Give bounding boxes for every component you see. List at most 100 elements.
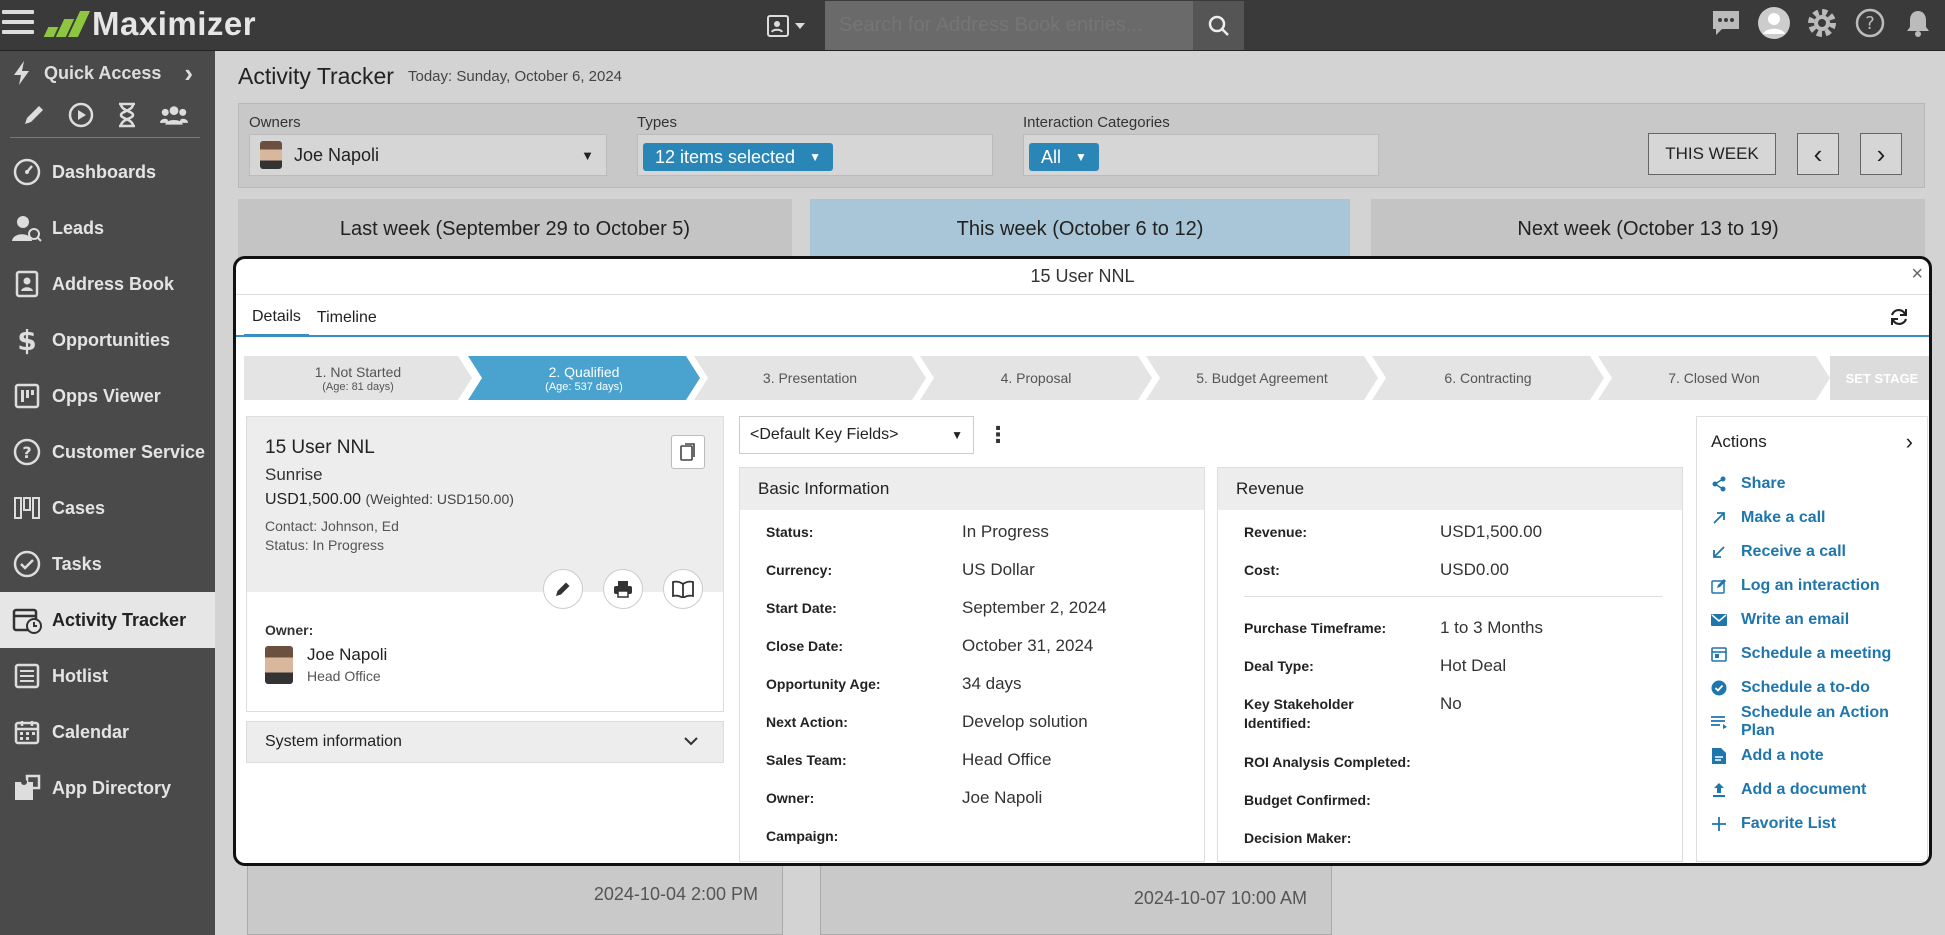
stage-proposal[interactable]: 4. Proposal xyxy=(920,356,1152,400)
types-select[interactable]: 12 items selected ▼ xyxy=(637,134,993,176)
search-button[interactable] xyxy=(1193,1,1244,50)
sidebar-item-hotlist[interactable]: Hotlist xyxy=(0,648,215,704)
menu-icon[interactable] xyxy=(2,10,34,38)
open-book-button[interactable] xyxy=(663,569,703,609)
more-options-icon[interactable]: ⋮ xyxy=(987,422,1009,448)
owner-office: Head Office xyxy=(307,668,381,684)
action-add-note[interactable]: Add a note xyxy=(1697,739,1927,773)
categories-select[interactable]: All ▼ xyxy=(1023,134,1379,176)
categories-chip[interactable]: All ▼ xyxy=(1029,143,1099,171)
next-week-button[interactable]: › xyxy=(1860,133,1902,175)
close-icon[interactable]: × xyxy=(1911,263,1923,286)
sidebar-item-cases[interactable]: Cases xyxy=(0,480,215,536)
owner-avatar xyxy=(260,141,282,169)
chevron-down-icon xyxy=(795,23,805,29)
stage-bar: 1. Not Started (Age: 81 days) 2. Qualifie… xyxy=(244,356,1929,400)
calendar-icon xyxy=(12,717,42,747)
stage-closed-won[interactable]: 7. Closed Won xyxy=(1598,356,1830,400)
chevron-down-icon: ▼ xyxy=(581,147,594,163)
stage-age: (Age: 537 days) xyxy=(545,380,623,393)
field-value: 1 to 3 Months xyxy=(1440,618,1544,637)
help-icon[interactable]: ? xyxy=(1853,6,1887,40)
chevron-right-icon[interactable]: › xyxy=(1906,429,1913,455)
play-icon[interactable] xyxy=(68,101,94,129)
team-icon[interactable] xyxy=(160,101,188,129)
copy-button[interactable] xyxy=(671,435,705,469)
action-schedule-todo[interactable]: Schedule a to-do xyxy=(1697,671,1927,705)
check-circle-icon xyxy=(1711,680,1727,696)
sidebar-item-tasks[interactable]: Tasks xyxy=(0,536,215,592)
activity-time: 2024-10-07 10:00 AM xyxy=(1133,888,1307,908)
stage-name: 1. Not Started xyxy=(314,363,402,380)
revenue-panel: Revenue Revenue: USD1,500.00 Cost: USD0.… xyxy=(1217,467,1683,862)
stage-age: (Age: 81 days) xyxy=(322,380,394,393)
hourglass-icon[interactable] xyxy=(116,101,138,129)
stage-budget-agreement[interactable]: 5. Budget Agreement xyxy=(1146,356,1378,400)
action-favorite-list[interactable]: Favorite List xyxy=(1697,807,1927,841)
field-label: Campaign: xyxy=(766,828,839,844)
panel-title: Basic Information xyxy=(740,468,1204,510)
sidebar-item-opps-viewer[interactable]: Opps Viewer xyxy=(0,368,215,424)
sidebar-item-customer-service[interactable]: ? Customer Service xyxy=(0,424,215,480)
sidebar-item-dashboards[interactable]: Dashboards xyxy=(0,144,215,200)
key-fields-select[interactable]: <Default Key Fields> ▼ xyxy=(739,416,974,454)
action-make-call[interactable]: Make a call xyxy=(1697,501,1927,535)
action-share[interactable]: Share xyxy=(1697,467,1927,501)
sidebar: Quick Access › Dashboards Leads Address … xyxy=(0,51,215,935)
sidebar-item-leads[interactable]: Leads xyxy=(0,200,215,256)
search-input[interactable] xyxy=(825,1,1193,50)
refresh-icon[interactable] xyxy=(1889,307,1909,332)
action-schedule-action-plan[interactable]: Schedule an Action Plan xyxy=(1697,704,1927,739)
sidebar-item-app-directory[interactable]: App Directory xyxy=(0,760,215,816)
printer-icon xyxy=(614,581,632,598)
stage-contracting[interactable]: 6. Contracting xyxy=(1372,356,1604,400)
owners-select[interactable]: Joe Napoli ▼ xyxy=(249,134,607,176)
quick-access[interactable]: Quick Access › xyxy=(0,51,215,95)
chevron-right-icon: › xyxy=(184,57,193,88)
search-type-dropdown[interactable] xyxy=(766,10,822,42)
action-schedule-meeting[interactable]: Schedule a meeting xyxy=(1697,637,1927,671)
system-information-toggle[interactable]: System information xyxy=(246,721,724,763)
last-week-header: Last week (September 29 to October 5) xyxy=(238,199,792,259)
app-logo[interactable]: Maximizer xyxy=(40,5,256,43)
sidebar-item-label: Leads xyxy=(52,217,105,238)
prev-week-button[interactable]: ‹ xyxy=(1797,133,1839,175)
sidebar-item-address-book[interactable]: Address Book xyxy=(0,256,215,312)
sidebar-item-calendar[interactable]: Calendar xyxy=(0,704,215,760)
this-week-button[interactable]: THIS WEEK xyxy=(1648,133,1776,175)
sidebar-item-label: Calendar xyxy=(52,721,130,742)
action-receive-call[interactable]: Receive a call xyxy=(1697,535,1927,569)
chevron-down-icon: ▼ xyxy=(951,428,963,442)
user-avatar-icon[interactable] xyxy=(1757,6,1791,40)
print-button[interactable] xyxy=(603,569,643,609)
lightning-icon xyxy=(14,61,29,85)
gear-icon[interactable] xyxy=(1805,6,1839,40)
edit-button[interactable] xyxy=(543,569,583,609)
action-log-interaction[interactable]: Log an interaction xyxy=(1697,569,1927,603)
pencil-icon[interactable] xyxy=(22,101,46,129)
sidebar-item-opportunities[interactable]: $ Opportunities xyxy=(0,312,215,368)
tab-timeline[interactable]: Timeline xyxy=(309,309,385,335)
stage-presentation[interactable]: 3. Presentation xyxy=(694,356,926,400)
activity-time: 2024-10-04 2:00 PM xyxy=(593,884,758,904)
action-add-document[interactable]: Add a document xyxy=(1697,773,1927,807)
action-write-email[interactable]: Write an email xyxy=(1697,603,1927,637)
types-chip[interactable]: 12 items selected ▼ xyxy=(643,143,833,171)
tab-details[interactable]: Details xyxy=(244,308,309,337)
stage-not-started[interactable]: 1. Not Started (Age: 81 days) xyxy=(244,356,472,400)
check-circle-icon xyxy=(12,549,42,579)
basic-information-panel: Basic Information Status: In Progress Cu… xyxy=(739,467,1205,862)
top-bar: Maximizer ? xyxy=(0,0,1945,51)
stage-name: 4. Proposal xyxy=(1000,370,1072,386)
field-label: Owner: xyxy=(766,790,815,806)
bell-icon[interactable] xyxy=(1901,6,1935,40)
sidebar-item-activity-tracker[interactable]: Activity Tracker xyxy=(0,592,215,648)
chat-icon[interactable] xyxy=(1709,6,1743,40)
modal-tabs: Details Timeline xyxy=(236,295,1929,337)
stage-name: 3. Presentation xyxy=(762,370,858,386)
opportunity-name: 15 User NNL xyxy=(265,437,375,458)
action-label: Schedule a to-do xyxy=(1741,679,1870,696)
call-out-icon xyxy=(1711,510,1727,526)
stage-qualified[interactable]: 2. Qualified (Age: 537 days) xyxy=(468,356,700,400)
set-stage-button[interactable]: SET STAGE xyxy=(1830,356,1929,400)
